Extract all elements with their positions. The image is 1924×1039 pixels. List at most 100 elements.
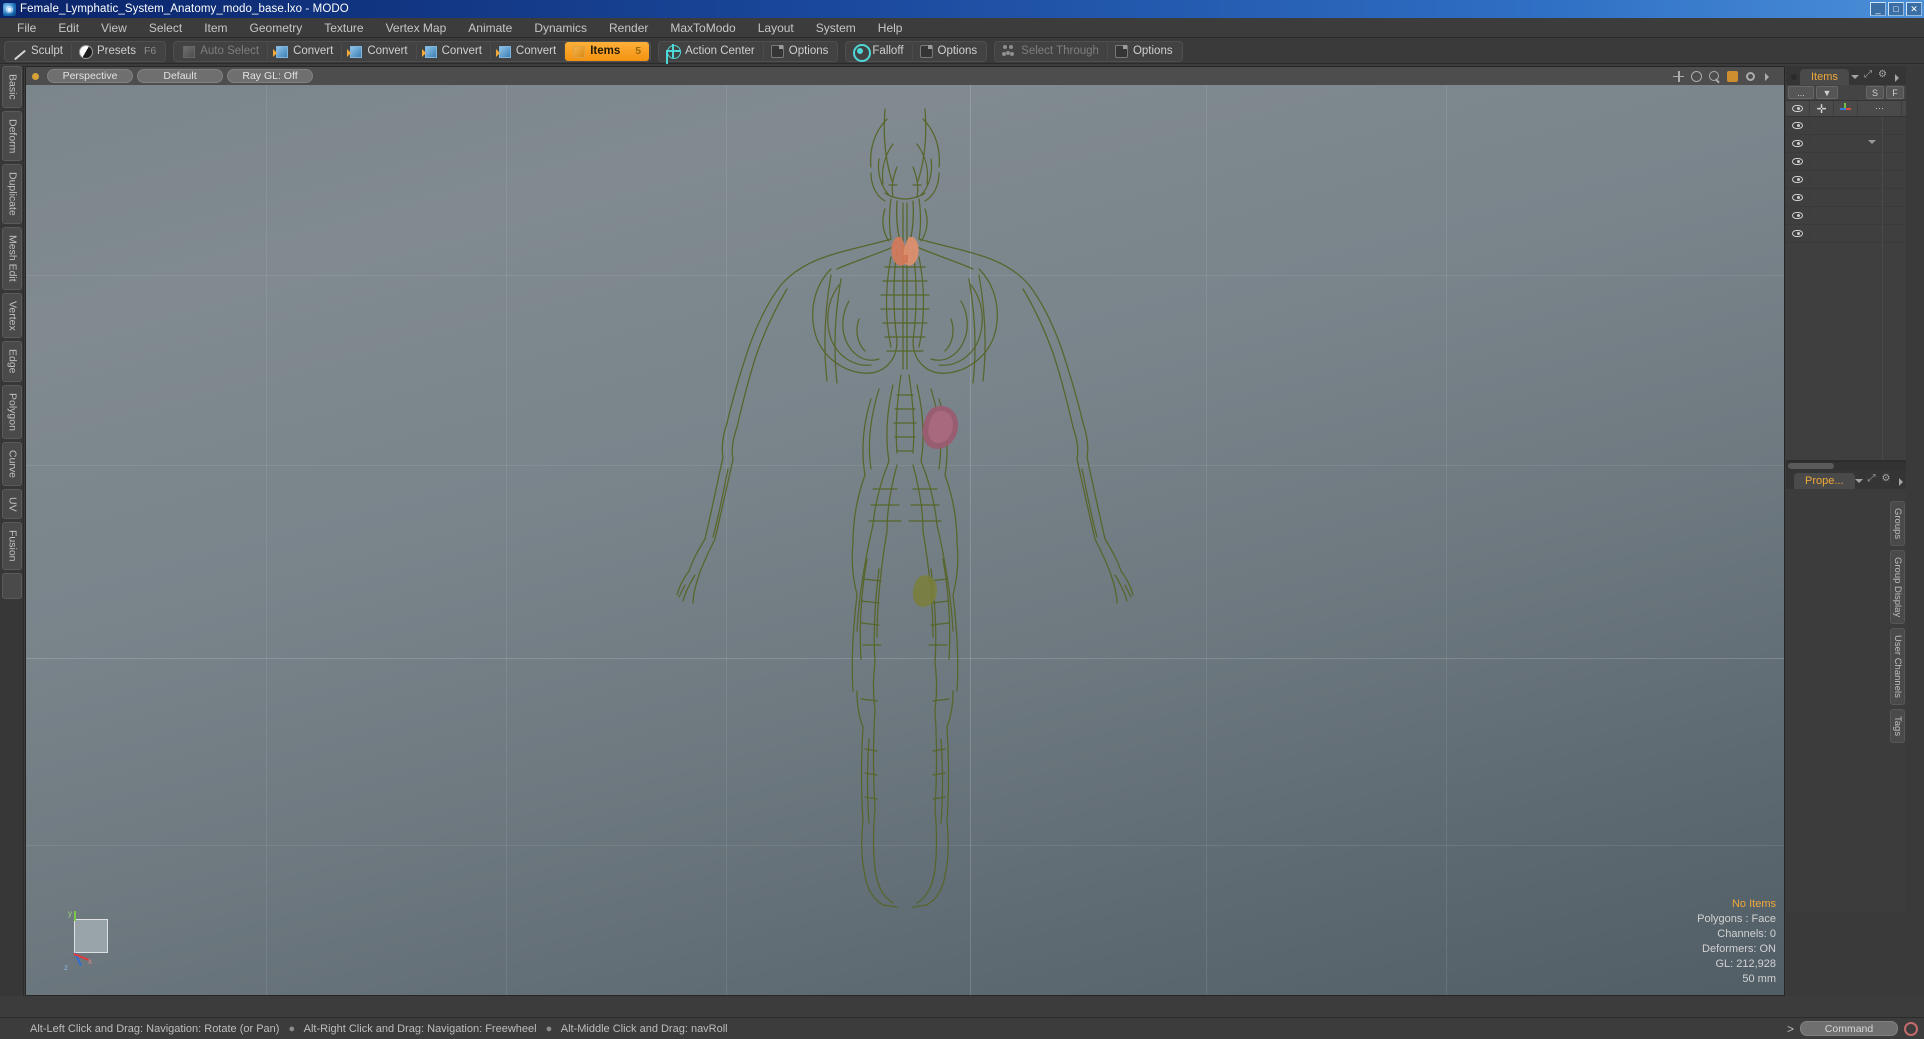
- gear-icon[interactable]: [1878, 69, 1888, 82]
- viewport-3d[interactable]: Perspective Default Ray GL: Off y x z No…: [25, 66, 1785, 996]
- sidebar-item-fusion[interactable]: Fusion: [1, 522, 22, 570]
- convert-button-3[interactable]: Convert: [417, 41, 491, 61]
- properties-tab-group-display[interactable]: Group Display: [1890, 550, 1905, 625]
- column-more[interactable]: ⋯: [1858, 100, 1902, 117]
- list-item[interactable]: [1786, 153, 1906, 171]
- expand-icon[interactable]: [1868, 473, 1878, 486]
- plus-icon: ✛: [1816, 101, 1827, 116]
- sidebar-item-basic[interactable]: Basic: [1, 66, 22, 108]
- list-item[interactable]: [1786, 117, 1906, 135]
- presets-button[interactable]: Presets F6: [72, 42, 164, 61]
- row-visibility-toggle[interactable]: [1786, 230, 1810, 237]
- scrollbar-thumb[interactable]: [1788, 463, 1834, 469]
- action-center-options-button[interactable]: Options: [764, 42, 837, 61]
- chevron-down-icon[interactable]: [1854, 477, 1864, 486]
- properties-tab-groups[interactable]: Groups: [1890, 501, 1905, 547]
- sidebar-item-edge[interactable]: Edge: [1, 341, 22, 382]
- menu-texture[interactable]: Texture: [313, 19, 374, 37]
- list-item[interactable]: [1786, 189, 1906, 207]
- row-visibility-toggle[interactable]: [1786, 122, 1810, 129]
- select-through-button[interactable]: Select Through: [996, 41, 1108, 61]
- fit-icon[interactable]: [1727, 70, 1738, 82]
- chevron-right-icon[interactable]: [1893, 73, 1902, 82]
- list-item[interactable]: [1786, 207, 1906, 225]
- list-item[interactable]: [1786, 135, 1906, 153]
- viewport-shading-dropdown[interactable]: Default: [137, 69, 223, 83]
- chevron-right-icon[interactable]: [1897, 477, 1906, 486]
- minimize-button[interactable]: _: [1870, 2, 1886, 16]
- sidebar-item-curve[interactable]: Curve: [1, 441, 22, 486]
- items-filter-dropdown[interactable]: ▼: [1816, 86, 1838, 99]
- properties-tab-tags[interactable]: Tags: [1890, 709, 1905, 744]
- close-button[interactable]: ✕: [1906, 2, 1922, 16]
- menu-file[interactable]: File: [6, 19, 47, 37]
- lymphatic-system-model[interactable]: [635, 89, 1175, 989]
- items-menu-button[interactable]: ...: [1788, 86, 1814, 99]
- column-visibility[interactable]: [1786, 100, 1810, 117]
- row-visibility-toggle[interactable]: [1786, 176, 1810, 183]
- list-item[interactable]: [1786, 225, 1906, 243]
- list-item[interactable]: [1786, 171, 1906, 189]
- sidebar-item-polygon[interactable]: Polygon: [1, 384, 22, 439]
- menu-maxtomodo[interactable]: MaxToModo: [659, 19, 746, 37]
- gizmo-plane: [74, 919, 108, 953]
- menu-geometry[interactable]: Geometry: [239, 19, 314, 37]
- record-icon[interactable]: [1904, 1021, 1918, 1036]
- column-axis[interactable]: [1834, 100, 1858, 117]
- expand-icon[interactable]: [1763, 71, 1774, 82]
- sidebar-item-extra[interactable]: [1, 572, 22, 599]
- sculpt-button[interactable]: Sculpt: [6, 41, 72, 61]
- falloff-options-button[interactable]: Options: [913, 42, 986, 61]
- sidebar-item-deform[interactable]: Deform: [1, 110, 22, 162]
- expand-icon[interactable]: [1864, 69, 1874, 82]
- maximize-button[interactable]: □: [1888, 2, 1904, 16]
- viewport-raygl-toggle[interactable]: Ray GL: Off: [227, 69, 313, 83]
- menu-help[interactable]: Help: [867, 19, 914, 37]
- viewport-view-mode-dropdown[interactable]: Perspective: [47, 69, 133, 83]
- menu-render[interactable]: Render: [598, 19, 659, 37]
- move-icon[interactable]: [1673, 70, 1684, 82]
- menu-system[interactable]: System: [805, 19, 867, 37]
- chevron-down-icon[interactable]: [1868, 139, 1876, 148]
- sidebar-item-mesh-edit[interactable]: Mesh Edit: [1, 226, 22, 290]
- convert-button-2[interactable]: Convert: [342, 41, 417, 61]
- column-lock[interactable]: ✛: [1810, 100, 1834, 117]
- falloff-button[interactable]: Falloff: [847, 41, 913, 62]
- chevron-down-icon[interactable]: [1851, 73, 1860, 82]
- items-list[interactable]: [1786, 117, 1906, 461]
- gear-icon[interactable]: [1882, 473, 1892, 486]
- menu-dynamics[interactable]: Dynamics: [523, 19, 598, 37]
- zoom-icon[interactable]: [1709, 70, 1720, 82]
- menu-animate[interactable]: Animate: [457, 19, 523, 37]
- row-visibility-toggle[interactable]: [1786, 140, 1810, 147]
- action-center-button[interactable]: Action Center: [660, 41, 764, 61]
- menu-edit[interactable]: Edit: [47, 19, 90, 37]
- viewport-canvas[interactable]: y x z No Items Polygons : Face Channels:…: [26, 85, 1784, 995]
- menu-select[interactable]: Select: [138, 19, 193, 37]
- items-s-button[interactable]: S: [1866, 86, 1884, 99]
- command-input[interactable]: Command: [1800, 1021, 1898, 1036]
- row-visibility-toggle[interactable]: [1786, 158, 1810, 165]
- items-horizontal-scrollbar[interactable]: [1786, 461, 1906, 470]
- menu-item[interactable]: Item: [193, 19, 238, 37]
- tab-properties[interactable]: Prope...: [1794, 473, 1855, 489]
- items-panel-indicator: [1791, 74, 1797, 80]
- row-visibility-toggle[interactable]: [1786, 194, 1810, 201]
- gear-icon[interactable]: [1745, 71, 1756, 82]
- row-visibility-toggle[interactable]: [1786, 212, 1810, 219]
- sidebar-item-vertex[interactable]: Vertex: [1, 292, 22, 339]
- items-f-button[interactable]: F: [1886, 86, 1904, 99]
- select-through-options-button[interactable]: Options: [1108, 42, 1181, 61]
- auto-select-button[interactable]: Auto Select: [175, 41, 269, 61]
- menu-layout[interactable]: Layout: [747, 19, 805, 37]
- convert-button-4[interactable]: Convert: [491, 41, 566, 61]
- rotate-icon[interactable]: [1691, 70, 1702, 82]
- sidebar-item-uv[interactable]: UV: [1, 488, 22, 520]
- menu-vertex-map[interactable]: Vertex Map: [375, 19, 458, 37]
- convert-button-1[interactable]: Convert: [268, 41, 343, 61]
- sidebar-item-duplicate[interactable]: Duplicate: [1, 164, 22, 224]
- items-mode-button[interactable]: Items 5: [565, 41, 650, 61]
- tab-items[interactable]: Items: [1800, 69, 1849, 85]
- menu-view[interactable]: View: [90, 19, 138, 37]
- properties-tab-user-channels[interactable]: User Channels: [1890, 628, 1905, 706]
